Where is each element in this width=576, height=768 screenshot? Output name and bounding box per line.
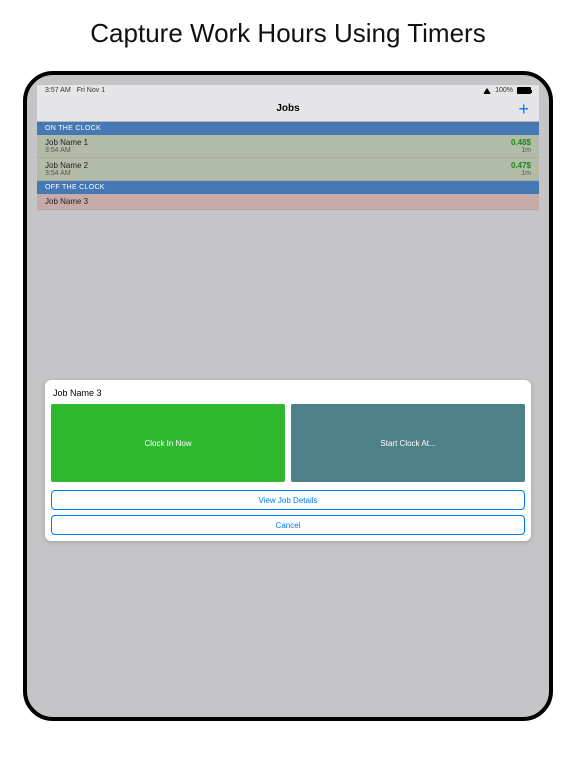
view-job-details-button[interactable]: View Job Details	[51, 490, 525, 510]
add-button[interactable]: +	[518, 100, 529, 118]
job-name: Job Name 1	[45, 138, 88, 147]
job-duration: 1m	[511, 147, 531, 154]
job-row-off[interactable]: Job Name 3	[37, 194, 539, 210]
sheet-title: Job Name 3	[51, 386, 525, 404]
job-name: Job Name 2	[45, 161, 88, 170]
job-duration: 1m	[511, 170, 531, 177]
battery-icon	[517, 87, 531, 94]
job-start-time: 3:54 AM	[45, 170, 88, 177]
action-sheet: Job Name 3 Clock In Now Start Clock At..…	[45, 380, 531, 541]
device-frame: 3:57 AM Fri Nov 1 100% Jobs + ON THE CLO…	[23, 71, 553, 721]
job-row-on[interactable]: Job Name 2 3:54 AM 0.47$ 1m	[37, 158, 539, 181]
status-date: Fri Nov 1	[77, 87, 105, 94]
job-start-time: 3:54 AM	[45, 147, 88, 154]
start-clock-at-button[interactable]: Start Clock At...	[291, 404, 525, 482]
status-bar: 3:57 AM Fri Nov 1 100%	[37, 85, 539, 96]
page-caption: Capture Work Hours Using Timers	[0, 0, 576, 71]
nav-bar: Jobs +	[37, 96, 539, 122]
screen: 3:57 AM Fri Nov 1 100% Jobs + ON THE CLO…	[37, 85, 539, 707]
job-row-on[interactable]: Job Name 1 3:54 AM 0.48$ 1m	[37, 135, 539, 158]
job-earnings: 0.47$	[511, 161, 531, 170]
nav-title: Jobs	[276, 103, 299, 114]
section-off-the-clock: OFF THE CLOCK	[37, 181, 539, 194]
job-earnings: 0.48$	[511, 138, 531, 147]
clock-in-now-button[interactable]: Clock In Now	[51, 404, 285, 482]
battery-pct: 100%	[495, 87, 513, 94]
job-name: Job Name 3	[45, 197, 88, 206]
status-time: 3:57 AM	[45, 87, 71, 94]
wifi-icon	[483, 88, 491, 94]
cancel-button[interactable]: Cancel	[51, 515, 525, 535]
section-on-the-clock: ON THE CLOCK	[37, 122, 539, 135]
